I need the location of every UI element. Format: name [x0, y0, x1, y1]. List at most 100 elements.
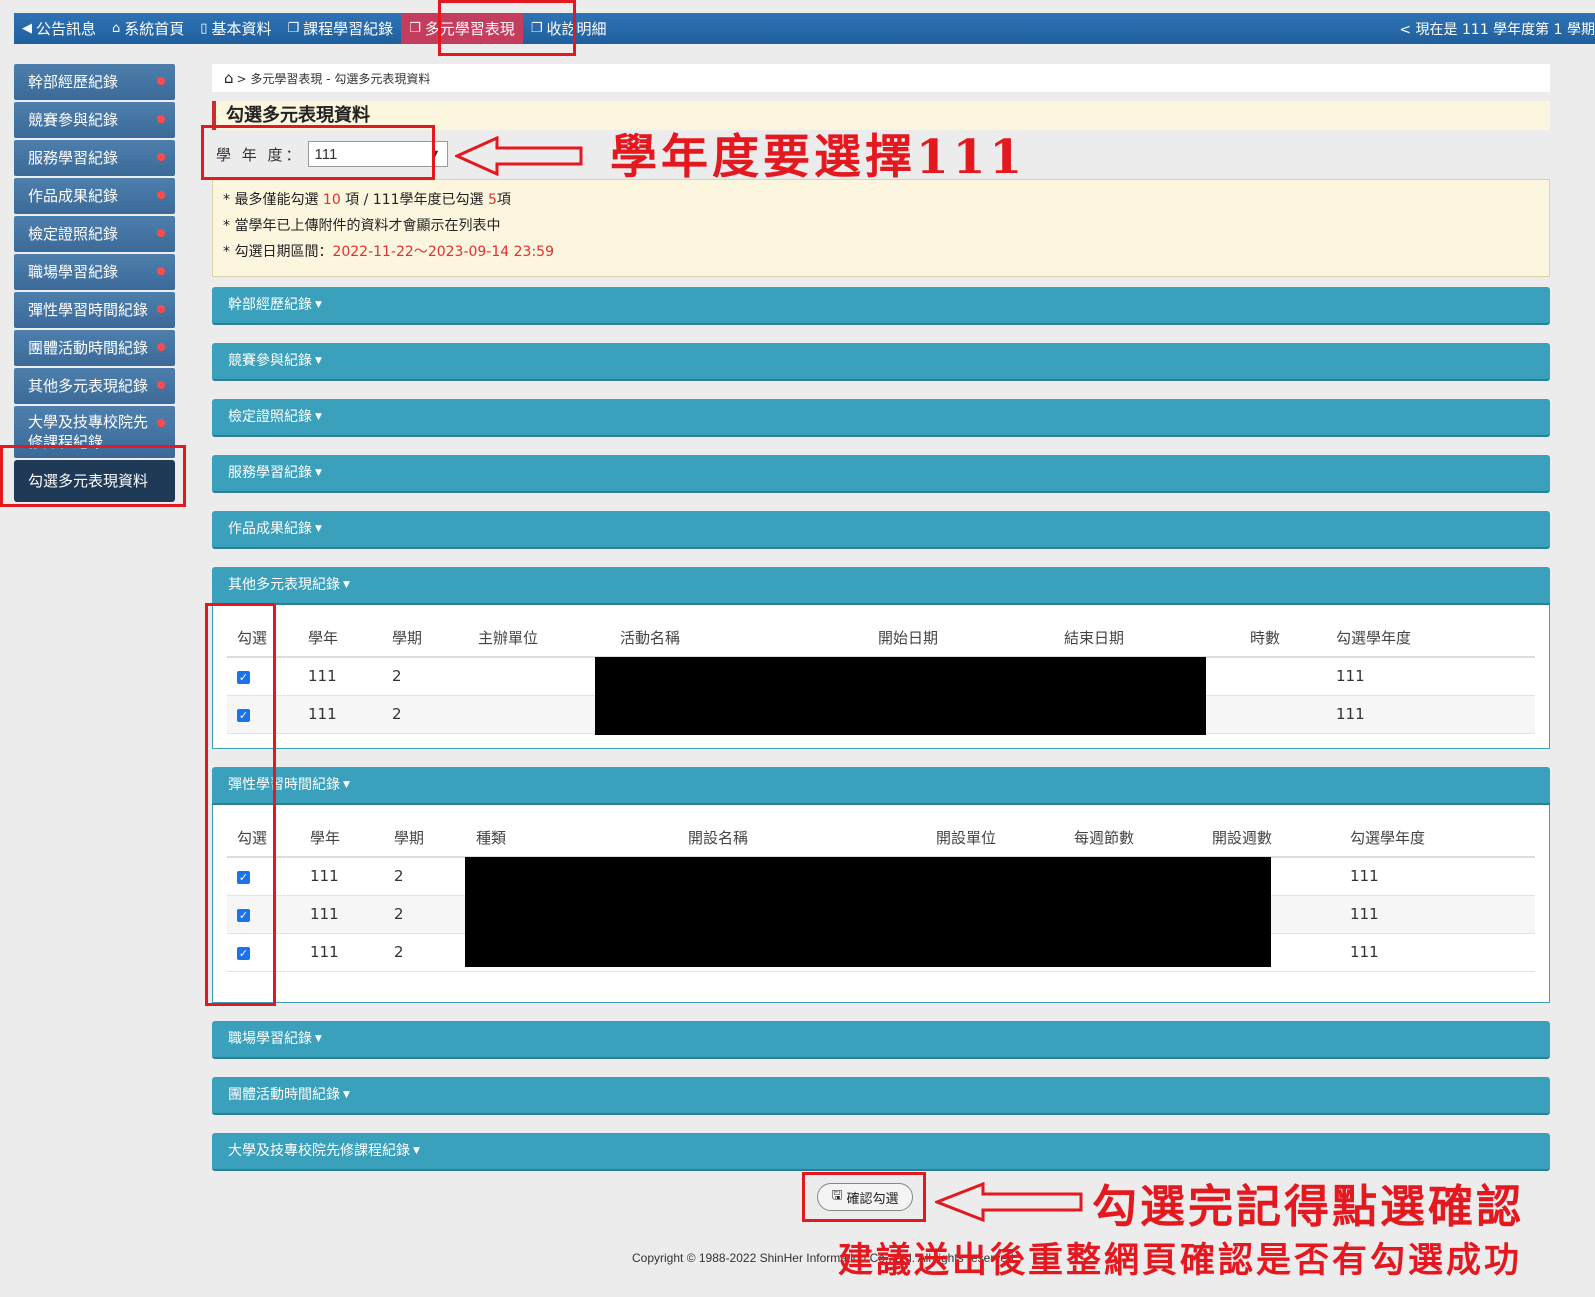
redaction-block: [465, 857, 1271, 967]
cell-pick-year: 111: [1349, 857, 1535, 896]
col-header: 種類: [475, 819, 687, 858]
panel-title: 檢定證照紀錄: [228, 409, 312, 425]
sidebar-item-label: 檢定證照紀錄: [28, 225, 119, 243]
panel-title: 職場學習紀錄: [228, 1031, 312, 1047]
col-header: 學年: [307, 619, 391, 658]
col-header: 學期: [393, 819, 475, 858]
cell-year: 111: [309, 933, 393, 972]
panel-header-cadre[interactable]: 幹部經歷紀錄 ▼: [212, 287, 1550, 325]
annotation-refresh-note: 建議送出後重整網頁確認是否有勾選成功: [838, 1240, 1523, 1281]
alert-dot-icon: [157, 229, 165, 237]
annotation-box-year: [201, 125, 435, 180]
cell-pick-year: 111: [1349, 895, 1535, 934]
panel-header-contest[interactable]: 競賽參與紀錄 ▼: [212, 343, 1550, 381]
sidebar-item-works[interactable]: 作品成果紀錄: [14, 178, 175, 214]
selected-count: 5: [487, 192, 497, 208]
sidebar-item-label: 彈性學習時間紀錄: [28, 301, 149, 319]
panel-title: 競賽參與紀錄: [228, 353, 312, 369]
cell-year: 111: [307, 657, 391, 696]
annotation-box-confirm: [802, 1172, 926, 1222]
home-icon[interactable]: ⌂: [224, 69, 234, 87]
panel-service: 服務學習紀錄 ▼: [212, 455, 1550, 493]
panel-other: 其他多元表現紀錄 ▼ 勾選 學年 學期 主辦單位 活動名稱 開始日期 結束日期 時…: [212, 567, 1550, 749]
cell-pick-year: 111: [1335, 657, 1535, 696]
alert-dot-icon: [157, 115, 165, 123]
table-header-row: 勾選 學年 學期 主辦單位 活動名稱 開始日期 結束日期 時數 勾選學年度: [227, 619, 1535, 658]
megaphone-icon: ◀: [22, 21, 32, 36]
notice-text: * 最多僅能勾選: [223, 192, 323, 208]
nav-home[interactable]: ⌂ 系統首頁: [104, 13, 192, 44]
panel-cadre: 幹部經歷紀錄 ▼: [212, 287, 1550, 325]
notice-text: 項: [496, 192, 511, 208]
cell-year: 111: [309, 895, 393, 934]
cell-year: 111: [307, 695, 391, 734]
sidebar-item-other[interactable]: 其他多元表現紀錄: [14, 368, 175, 404]
nav-label: 系統首頁: [124, 20, 185, 38]
panel-header-group[interactable]: 團體活動時間紀錄 ▼: [212, 1077, 1550, 1115]
cell-pick-year: 111: [1349, 933, 1535, 972]
panel-header-works[interactable]: 作品成果紀錄 ▼: [212, 511, 1550, 549]
cell-term: 2: [391, 657, 477, 696]
col-header: 學期: [391, 619, 477, 658]
annotation-box-checkboxes: [205, 603, 276, 1006]
annotation-year-note: 學年度要選擇111: [610, 130, 1027, 185]
alert-dot-icon: [157, 381, 165, 389]
nav-course-records[interactable]: ❐ 課程學習紀錄: [279, 13, 401, 44]
panel-header-flex[interactable]: 彈性學習時間紀錄 ▼: [212, 767, 1550, 805]
col-header: 開設週數: [1211, 819, 1349, 858]
nav-label: 公告訊息: [36, 20, 97, 38]
caret-down-icon: ▼: [315, 412, 322, 422]
panel-header-workplace[interactable]: 職場學習紀錄 ▼: [212, 1021, 1550, 1059]
copy-icon: ❐: [409, 21, 421, 36]
sidebar-item-workplace[interactable]: 職場學習紀錄: [14, 254, 175, 290]
redaction-block: [595, 657, 1206, 735]
panel-header-service[interactable]: 服務學習紀錄 ▼: [212, 455, 1550, 493]
panel-flex: 彈性學習時間紀錄 ▼ 勾選 學年 學期 種類 開設名稱 開設單位 每週節數 開設週…: [212, 767, 1550, 1003]
nav-announcements[interactable]: ◀ 公告訊息: [14, 13, 104, 44]
caret-down-icon: ▼: [343, 1090, 350, 1100]
annotation-confirm-note: 勾選完記得點選確認: [1092, 1180, 1525, 1233]
annotation-arrow-year: [455, 136, 583, 176]
caret-down-icon: ▼: [315, 524, 322, 534]
col-header: 時數: [1249, 619, 1335, 658]
alert-dot-icon: [157, 419, 165, 427]
panel-group: 團體活動時間紀錄 ▼: [212, 1077, 1550, 1115]
cell-term: 2: [391, 695, 477, 734]
sidebar-item-flex[interactable]: 彈性學習時間紀錄: [14, 292, 175, 328]
sidebar-item-cadre[interactable]: 幹部經歷紀錄: [14, 64, 175, 100]
notice-line-1: * 最多僅能勾選 10 項 / 111學年度已勾選 5項: [223, 187, 1539, 213]
sidebar-item-label: 團體活動時間紀錄: [28, 339, 149, 357]
caret-down-icon: ▼: [315, 468, 322, 478]
col-header: 開設名稱: [687, 819, 935, 858]
nav-basic-info[interactable]: ▯ 基本資料: [192, 13, 279, 44]
sidebar-item-group[interactable]: 團體活動時間紀錄: [14, 330, 175, 366]
panel-workplace: 職場學習紀錄 ▼: [212, 1021, 1550, 1059]
col-header: 每週節數: [1073, 819, 1211, 858]
panel-title: 其他多元表現紀錄: [228, 577, 340, 593]
col-header: 勾選學年度: [1349, 819, 1535, 858]
notice-text: * 勾選日期區間：: [223, 244, 333, 260]
col-header: 開設單位: [935, 819, 1073, 858]
panel-header-college[interactable]: 大學及技專校院先修課程紀錄 ▼: [212, 1133, 1550, 1171]
panel-header-other[interactable]: 其他多元表現紀錄 ▼: [212, 567, 1550, 605]
caret-down-icon: ▼: [315, 356, 322, 366]
caret-down-icon: ▼: [413, 1146, 420, 1156]
sidebar-item-contest[interactable]: 競賽參與紀錄: [14, 102, 175, 138]
nav-label: 基本資料: [211, 20, 272, 38]
breadcrumb-text: > 多元學習表現 - 勾選多元表現資料: [236, 71, 431, 86]
panel-title: 團體活動時間紀錄: [228, 1087, 340, 1103]
panel-title: 大學及技專校院先修課程紀錄: [228, 1143, 410, 1159]
alert-dot-icon: [157, 343, 165, 351]
panel-header-license[interactable]: 檢定證照紀錄 ▼: [212, 399, 1550, 437]
sidebar-item-service[interactable]: 服務學習紀錄: [14, 140, 175, 176]
caret-down-icon: ▼: [315, 1034, 322, 1044]
col-header: 學年: [309, 819, 393, 858]
caret-down-icon: ▼: [343, 580, 350, 590]
top-nav-bar: ◀ 公告訊息 ⌂ 系統首頁 ▯ 基本資料 ❐ 課程學習紀錄 ❐ 多元學習表現 ❐…: [14, 13, 1595, 44]
sidebar-item-license[interactable]: 檢定證照紀錄: [14, 216, 175, 252]
main-content: ⌂ > 多元學習表現 - 勾選多元表現資料 勾選多元表現資料 學 年 度： 11…: [212, 64, 1550, 1171]
panel-title: 作品成果紀錄: [228, 521, 312, 537]
col-header: 活動名稱: [619, 619, 877, 658]
panel-title: 服務學習紀錄: [228, 465, 312, 481]
panel-body-flex: 勾選 學年 學期 種類 開設名稱 開設單位 每週節數 開設週數 勾選學年度 ✓: [212, 805, 1550, 1003]
